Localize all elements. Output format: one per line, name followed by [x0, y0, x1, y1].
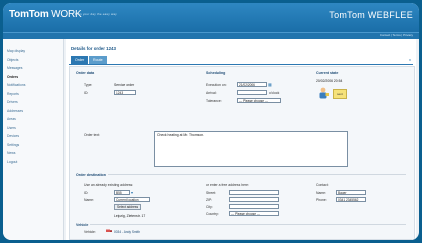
order-destination-heading: Order destination [76, 173, 108, 177]
sidebar-item-areas[interactable]: Areas [3, 115, 63, 124]
arrival-label: Arrival: [206, 91, 217, 95]
tab-route[interactable]: Route [89, 56, 107, 64]
vehicle-label: Vehicle: [84, 230, 96, 234]
vehicle-value[interactable]: 0034 - Andy Smith [114, 230, 140, 234]
street-field[interactable] [229, 190, 279, 195]
arrival-field[interactable] [237, 90, 267, 95]
app-window: TomTom WORK Plan your day the easy way T… [3, 3, 419, 240]
tomtom-work-logo: TomTom WORK [9, 9, 82, 20]
sidebar-item-devices[interactable]: Devices [3, 132, 63, 141]
city-label: City: [206, 205, 213, 209]
type-value: Service order [114, 83, 135, 87]
tolerance-select[interactable]: --- Please choose --- [237, 98, 281, 103]
section-divider [76, 174, 406, 175]
current-state-heading: Current state [316, 71, 339, 75]
header-links[interactable]: Contact | Terms | Privacy [380, 33, 413, 37]
sidebar-item-drivers[interactable]: Drivers [3, 98, 63, 107]
contact-label: Contact: [316, 183, 329, 187]
phone-label: Phone: [316, 198, 327, 202]
sidebar-item-users[interactable]: Users [3, 124, 63, 133]
free-address-label: or enter a free address here: [206, 183, 249, 187]
sidebar-item-notifications[interactable]: Notifications [3, 81, 63, 90]
sub-header-bar: Contact | Terms | Privacy [3, 32, 419, 39]
select-address-button[interactable]: Select address [114, 204, 142, 210]
order-id-field[interactable]: 1243 [114, 90, 136, 95]
order-text-label: Order text: [84, 133, 101, 137]
address-id-label: ID: [84, 191, 89, 195]
vehicle-heading: Vehicle [76, 223, 91, 227]
zip-label: ZIP: [206, 198, 213, 202]
sidebar-item-objects[interactable]: Objects [3, 56, 63, 65]
address-name-label: Name: [84, 198, 94, 202]
street-label: Street: [206, 191, 216, 195]
page-title: Details for order 1243 [71, 46, 116, 51]
sidebar-item-logout[interactable]: Logout [3, 158, 63, 167]
sidebar-item-reports[interactable]: Reports [3, 90, 63, 99]
top-header: TomTom WORK Plan your day the easy way T… [3, 3, 419, 32]
scheduling-heading: Scheduling [206, 71, 226, 75]
tagline: Plan your day the easy way [75, 12, 117, 16]
state-datetime: 20/02/2006 20:54 [316, 79, 343, 83]
contact-name-label: Name: [316, 191, 326, 195]
truck-icon [106, 229, 112, 232]
order-data-heading: Order data [76, 71, 95, 75]
address-id-field[interactable]: B55 [114, 190, 130, 195]
close-icon[interactable]: x [409, 57, 411, 62]
tolerance-label: Tolerance: [206, 99, 222, 103]
tab-bar: Order Route x [69, 56, 413, 65]
tab-order[interactable]: Order [71, 56, 89, 64]
sidebar-item-settings[interactable]: Settings [3, 141, 63, 150]
sidebar-item-map-display[interactable]: Map display [3, 47, 63, 56]
sidebar-item-addresses[interactable]: Addresses [3, 107, 63, 116]
order-text-area[interactable]: Check heating at Mr. Thomson. [154, 131, 348, 167]
execution-label: Execution on: [206, 83, 227, 87]
address-line: Leipzig, Zietenstr. 17 [114, 214, 146, 218]
order-id-label: ID: [84, 91, 89, 95]
execution-date-field[interactable]: 21/02/2006 [237, 82, 267, 87]
existing-address-label: Use an already existing address: [84, 183, 134, 187]
calendar-icon[interactable]: ▦ [268, 82, 272, 87]
phone-field[interactable]: 0341 2345562 [336, 197, 366, 202]
sidebar-nav: Map display Objects Messages Orders Noti… [3, 39, 64, 240]
status-badge: sent [333, 89, 347, 99]
order-details-panel: Order data Type: Service order ID: 1243 … [69, 66, 415, 240]
arrival-unit: o'clock [269, 91, 280, 95]
country-label: Country: [206, 212, 219, 216]
city-field[interactable] [229, 204, 279, 209]
sidebar-item-news[interactable]: News [3, 149, 63, 158]
contact-name-field[interactable]: Bauer [336, 190, 366, 195]
logo-bold-text: TomTom [9, 9, 49, 20]
person-status-icon [319, 87, 329, 99]
sidebar-item-orders[interactable]: Orders [3, 73, 63, 82]
address-name-field[interactable]: Current location [114, 197, 150, 202]
webfleet-brand: TomTom WEBFLEE [329, 10, 413, 20]
country-select[interactable]: --- Please choose --- [229, 211, 279, 216]
main-content: Details for order 1243 Order Route x Ord… [66, 39, 416, 240]
lookup-icon[interactable]: ▾ [131, 190, 133, 195]
section-divider-2 [76, 224, 406, 225]
type-label: Type: [84, 83, 93, 87]
zip-field[interactable] [229, 197, 279, 202]
sidebar-item-messages[interactable]: Messages [3, 64, 63, 73]
